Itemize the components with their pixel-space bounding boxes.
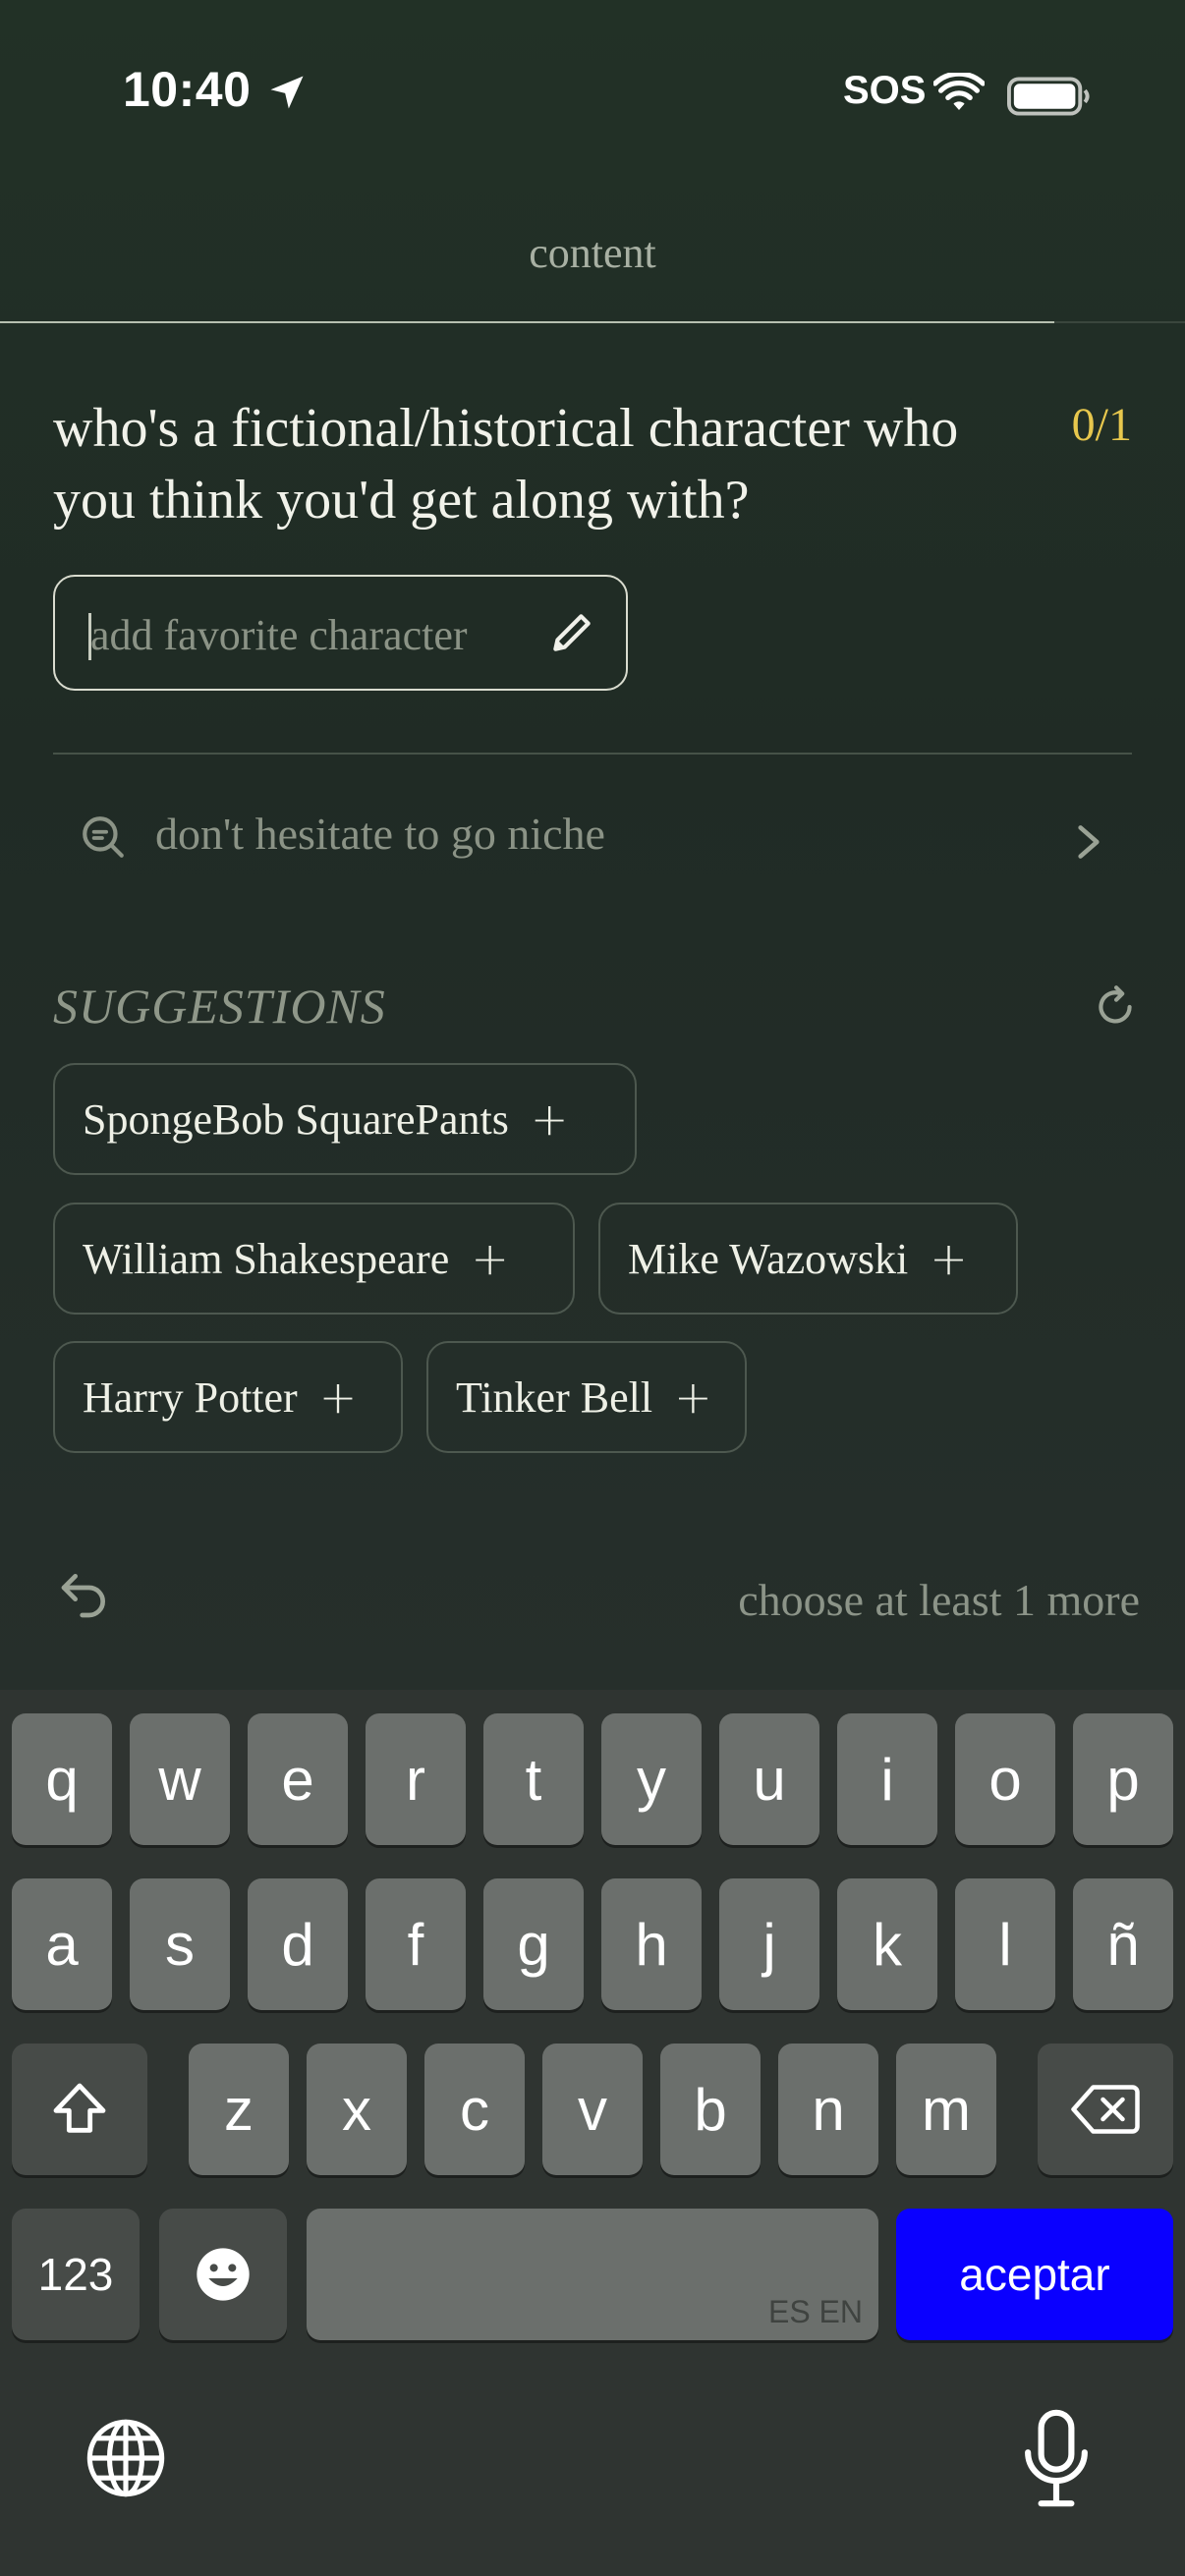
suggestion-chip[interactable]: SpongeBob SquarePants + <box>53 1063 637 1175</box>
suggestion-chip-label: Tinker Bell <box>456 1372 653 1422</box>
suggestion-chip-label: Harry Potter <box>83 1372 298 1422</box>
plus-icon: + <box>674 1371 712 1424</box>
microphone-icon[interactable] <box>1022 2409 1091 2507</box>
key-c[interactable]: c <box>424 2044 525 2175</box>
suggestion-chip[interactable]: Tinker Bell + <box>426 1341 747 1453</box>
pencil-icon <box>553 614 591 651</box>
progress-bar <box>0 321 1185 323</box>
emoji-key[interactable] <box>159 2209 287 2340</box>
question-text: who's a fictional/historical character w… <box>53 398 959 531</box>
divider <box>53 753 1132 755</box>
key-k[interactable]: k <box>837 1878 937 2010</box>
selection-counter: 0/1 <box>1071 399 1132 451</box>
suggestion-chip[interactable]: Mike Wazowski + <box>598 1203 1018 1315</box>
backspace-icon <box>1071 2085 1140 2134</box>
tip-text: don't hesitate to go niche <box>155 809 605 859</box>
key-w[interactable]: w <box>130 1713 230 1845</box>
progress-bar-fill <box>0 321 1055 323</box>
battery-icon <box>1007 77 1090 116</box>
key-i[interactable]: i <box>837 1713 937 1845</box>
status-sos: SOS <box>843 69 927 112</box>
app-screen: 10:40 SOS content who's a fictional/hist… <box>0 0 1185 1690</box>
chevron-right-icon <box>1078 825 1100 859</box>
key-x[interactable]: x <box>307 2044 407 2175</box>
shift-icon <box>53 2083 106 2133</box>
page-title: content <box>529 229 656 277</box>
key-b[interactable]: b <box>660 2044 761 2175</box>
suggestion-chip-label: Mike Wazowski <box>628 1234 909 1283</box>
key-m[interactable]: m <box>896 2044 996 2175</box>
shift-key[interactable] <box>12 2044 147 2175</box>
key-d[interactable]: d <box>248 1878 348 2010</box>
key-t[interactable]: t <box>483 1713 584 1845</box>
key-n-tilde[interactable]: ñ <box>1073 1878 1173 2010</box>
suggestion-chip[interactable]: Harry Potter + <box>53 1341 403 1453</box>
globe-icon[interactable] <box>83 2415 169 2501</box>
continue-hint: choose at least 1 more <box>738 1575 1140 1625</box>
space-key[interactable]: ES EN <box>307 2209 878 2340</box>
suggestions-heading: SUGGESTIONS <box>53 979 386 1034</box>
plus-icon: + <box>318 1371 358 1424</box>
plus-icon: + <box>471 1232 509 1285</box>
plus-icon: + <box>530 1092 569 1146</box>
wifi-icon <box>933 73 985 110</box>
key-a[interactable]: a <box>12 1878 112 2010</box>
suggestion-chip-label: SpongeBob SquarePants <box>83 1094 509 1144</box>
key-u[interactable]: u <box>719 1713 819 1845</box>
accept-key[interactable]: aceptar <box>896 2209 1173 2340</box>
status-time: 10:40 <box>123 62 252 117</box>
key-l[interactable]: l <box>955 1878 1055 2010</box>
character-input[interactable]: add favorite character <box>53 575 628 691</box>
search-chat-icon <box>83 816 124 858</box>
plus-icon: + <box>930 1232 968 1285</box>
refresh-icon[interactable] <box>1091 982 1140 1032</box>
key-g[interactable]: g <box>483 1878 584 2010</box>
key-y[interactable]: y <box>601 1713 702 1845</box>
space-language-tag: ES EN <box>767 2294 863 2329</box>
key-s[interactable]: s <box>130 1878 230 2010</box>
location-arrow-icon <box>270 76 304 109</box>
suggestion-chip[interactable]: William Shakespeare + <box>53 1203 575 1315</box>
suggestion-chip-label: William Shakespeare <box>83 1234 450 1283</box>
key-j[interactable]: j <box>719 1878 819 2010</box>
tip-row[interactable]: don't hesitate to go niche <box>53 786 1132 894</box>
emoji-icon <box>197 2248 250 2301</box>
key-p[interactable]: p <box>1073 1713 1173 1845</box>
key-n[interactable]: n <box>778 2044 878 2175</box>
character-input-placeholder: add favorite character <box>90 611 468 659</box>
key-v[interactable]: v <box>542 2044 643 2175</box>
key-z[interactable]: z <box>189 2044 289 2175</box>
key-e[interactable]: e <box>248 1713 348 1845</box>
delete-key[interactable] <box>1038 2044 1173 2175</box>
key-h[interactable]: h <box>601 1878 702 2010</box>
key-o[interactable]: o <box>955 1713 1055 1845</box>
key-q[interactable]: q <box>12 1713 112 1845</box>
undo-back-icon[interactable] <box>57 1567 112 1622</box>
numbers-key[interactable]: 123 <box>12 2209 140 2340</box>
key-r[interactable]: r <box>366 1713 466 1845</box>
key-f[interactable]: f <box>366 1878 466 2010</box>
